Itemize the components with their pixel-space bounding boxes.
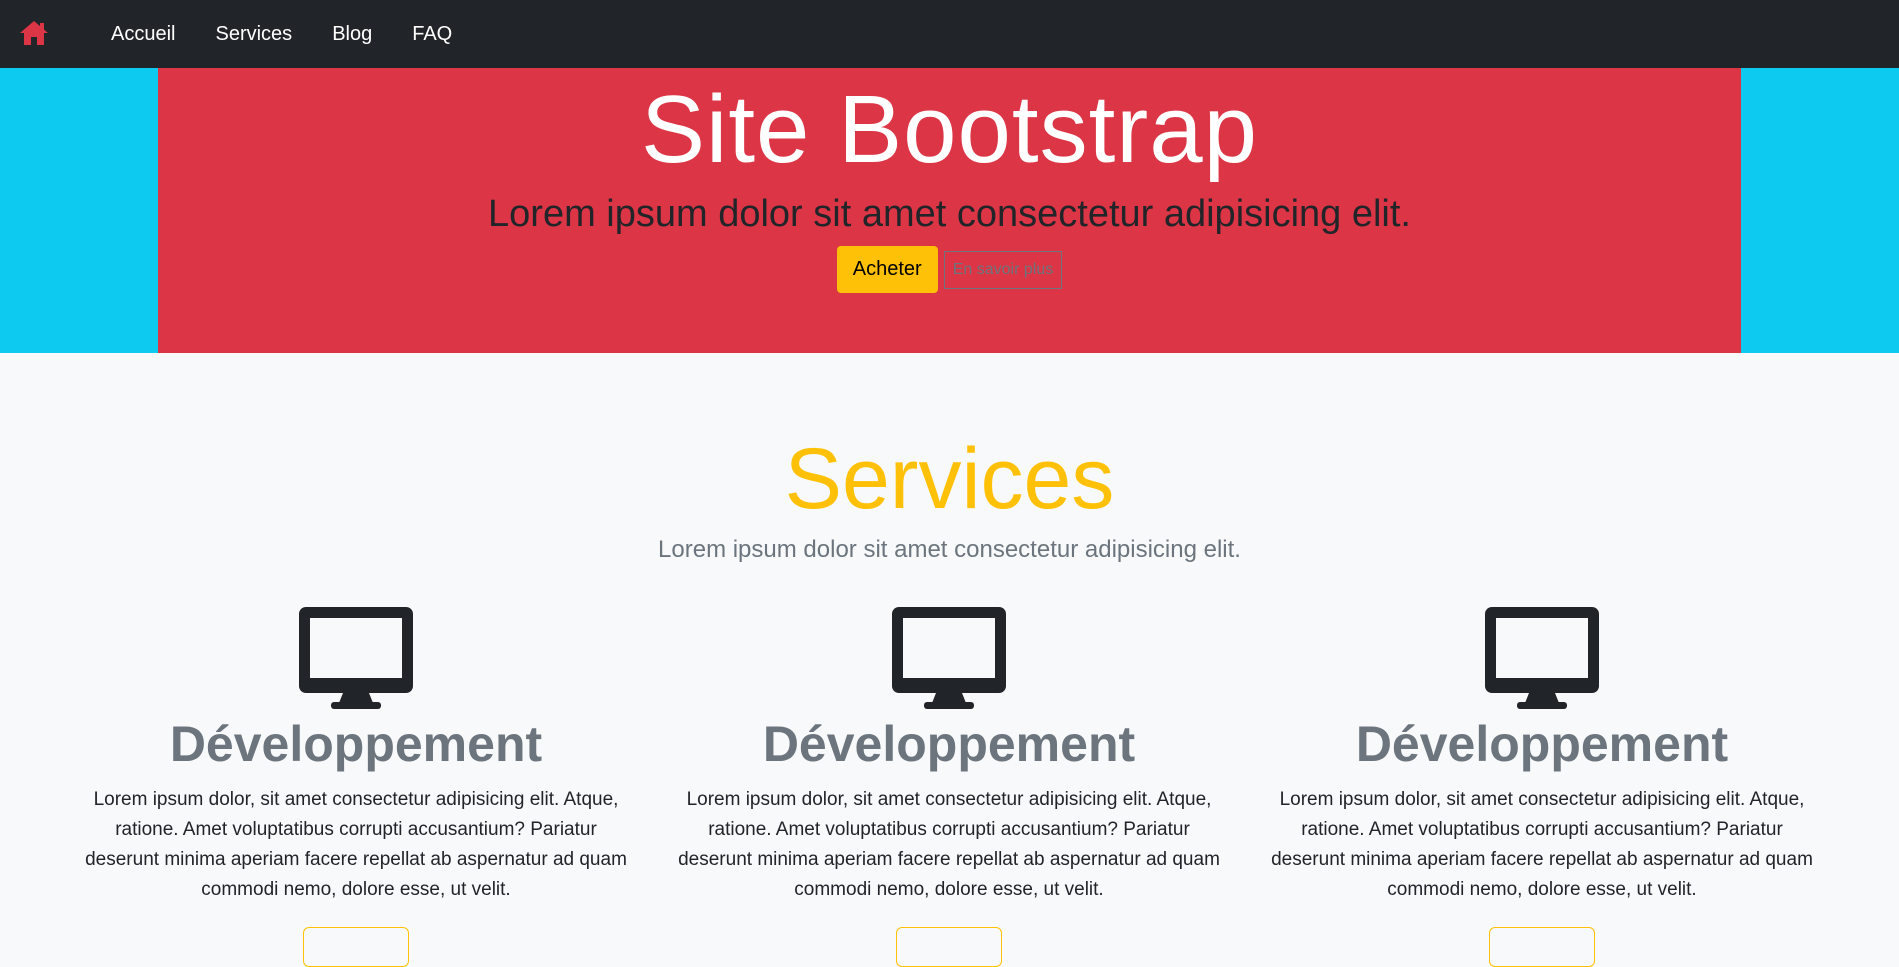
service-card: Développement Lorem ipsum dolor, sit ame… (664, 607, 1234, 967)
nav-link-faq[interactable]: FAQ (392, 0, 472, 68)
navbar: Accueil Services Blog FAQ (0, 0, 1899, 68)
service-card-text: Lorem ipsum dolor, sit amet consectetur … (678, 789, 1220, 900)
service-card-text: Lorem ipsum dolor, sit amet consectetur … (85, 789, 627, 900)
nav-link-accueil[interactable]: Accueil (91, 0, 195, 68)
desktop-icon (1485, 607, 1599, 709)
nav-links: Accueil Services Blog FAQ (91, 0, 472, 68)
service-card: Développement Lorem ipsum dolor, sit ame… (71, 607, 641, 967)
buy-button[interactable]: Acheter (836, 246, 938, 293)
learn-more-button[interactable]: En savoir plus (943, 251, 1063, 289)
service-card-title: Développement (762, 716, 1136, 772)
hero-subtitle: Lorem ipsum dolor sit amet consectetur a… (488, 193, 1411, 235)
services-subtitle: Lorem ipsum dolor sit amet consectetur a… (658, 536, 1241, 563)
service-card: Développement Lorem ipsum dolor, sit ame… (1257, 607, 1827, 967)
home-icon[interactable] (19, 20, 49, 46)
service-card-text: Lorem ipsum dolor, sit amet consectetur … (1271, 789, 1813, 900)
service-card-button[interactable] (303, 927, 409, 967)
services-section: Services Lorem ipsum dolor sit amet cons… (0, 353, 1899, 967)
nav-link-services[interactable]: Services (195, 0, 312, 68)
service-card-button[interactable] (1489, 927, 1595, 967)
hero-jumbotron: Site Bootstrap Lorem ipsum dolor sit ame… (158, 68, 1741, 353)
service-card-title: Développement (1355, 716, 1729, 772)
desktop-icon (892, 607, 1006, 709)
hero-actions: Acheter En savoir plus (158, 246, 1741, 293)
services-title: Services (784, 431, 1115, 527)
nav-link-blog[interactable]: Blog (312, 0, 392, 68)
desktop-icon (299, 607, 413, 709)
hero-title: Site Bootstrap (641, 76, 1258, 183)
hero-section: Site Bootstrap Lorem ipsum dolor sit ame… (0, 68, 1899, 353)
service-card-button[interactable] (896, 927, 1002, 967)
service-card-title: Développement (169, 716, 543, 772)
